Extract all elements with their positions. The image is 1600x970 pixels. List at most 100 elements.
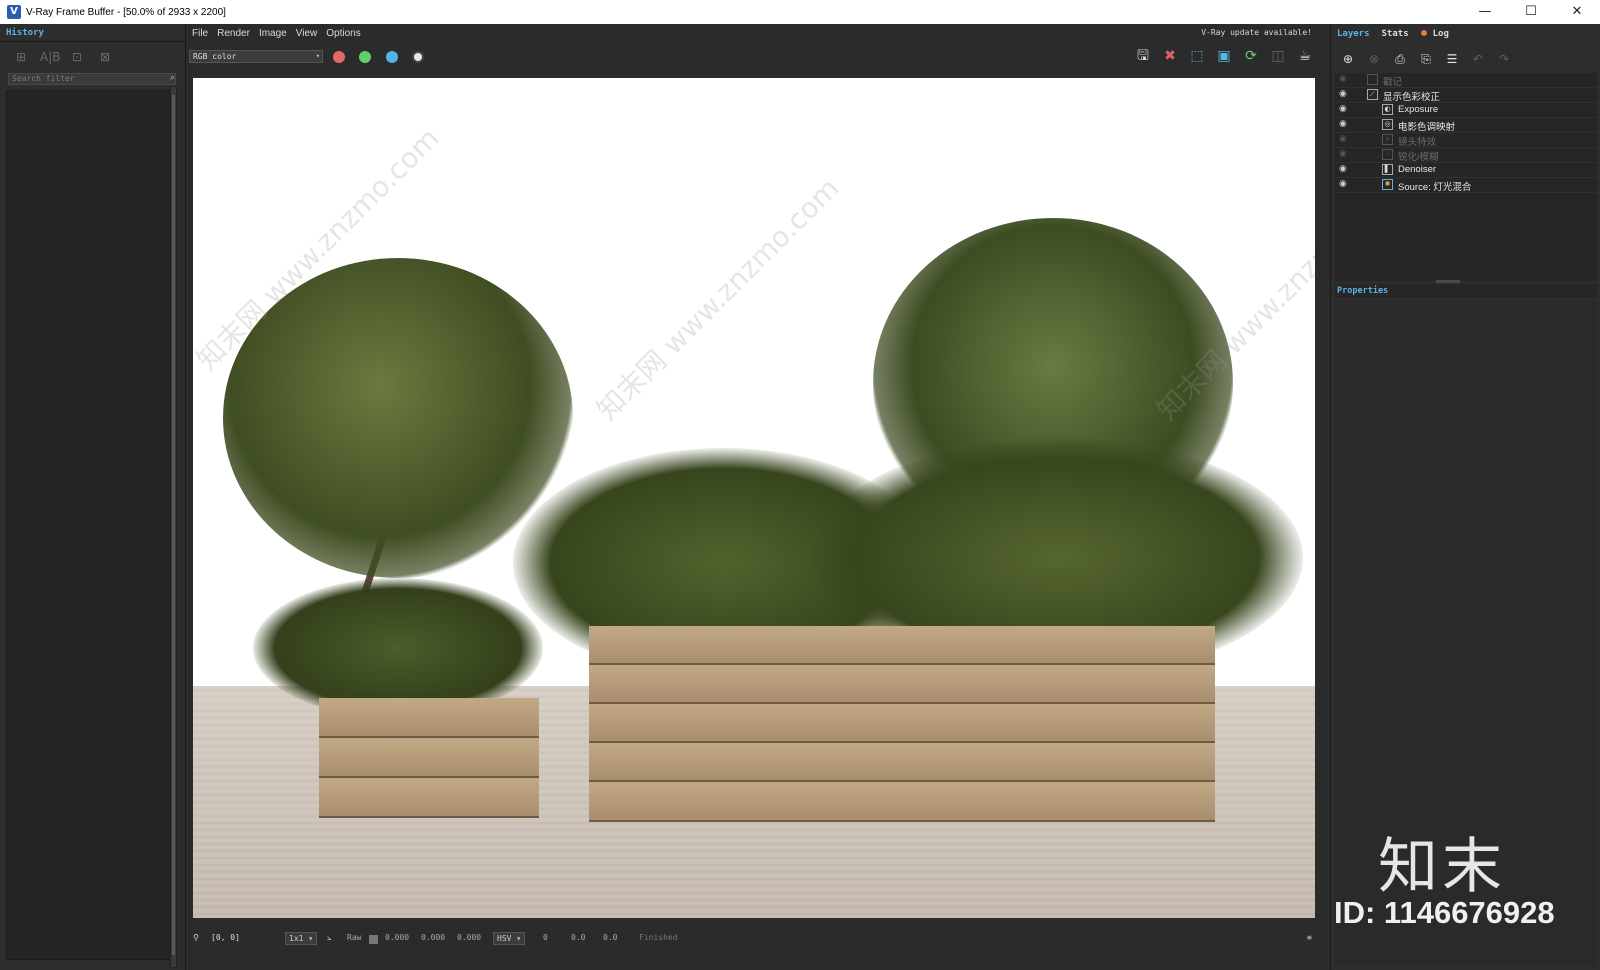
eye-icon[interactable]: ◉ — [1339, 149, 1347, 159]
layer-row[interactable]: ◉ ⟋ 锐化/模糊 — [1335, 148, 1597, 163]
channel-select[interactable]: RGB color ▾ — [189, 50, 323, 63]
raw-b-value: 0.000 — [457, 933, 482, 942]
track-mouse-icon[interactable]: ▣ — [1214, 46, 1234, 66]
save-layers-icon[interactable]: ⎙ — [1391, 50, 1409, 68]
chevron-down-icon: ▾ — [315, 52, 320, 60]
raw-r-value: 0.000 — [385, 933, 410, 942]
eye-icon[interactable]: ◉ — [1339, 89, 1347, 99]
blue-channel-button[interactable] — [386, 51, 398, 63]
planter-plank — [589, 782, 1215, 822]
load-history-icon[interactable]: ⊡ — [68, 50, 86, 64]
red-channel-button[interactable] — [333, 51, 345, 63]
layer-name: 电影色调映射 — [1398, 122, 1456, 133]
history-list[interactable] — [6, 90, 172, 960]
toolbar-actions: 🖫 ✖ ⬚ ▣ ⟳ ◫ ☕ — [1133, 46, 1315, 66]
tab-layers[interactable]: Layers — [1331, 24, 1376, 44]
layers-list: ◉ 戳记 ◉ ⟋ 显示色彩校正 ◉ ◐ Exposure ◉ ◎ 电影色调映射 … — [1335, 73, 1597, 281]
layer-name: Denoiser — [1398, 164, 1437, 175]
menu-view[interactable]: View — [296, 28, 318, 39]
layer-row[interactable]: ◉ ◐ Exposure — [1335, 103, 1597, 118]
layer-row[interactable]: ◉ ⟋ 显示色彩校正 — [1335, 88, 1597, 103]
menu-bar: File Render Image View Options — [187, 24, 1327, 42]
layer-name: 镜头特效 — [1398, 137, 1437, 148]
maximize-button[interactable]: ☐ — [1508, 0, 1554, 24]
watermark-text: 知末网 www.znzmo.com — [590, 171, 846, 427]
layer-row[interactable]: ◉ + 镜头特效 — [1335, 133, 1597, 148]
eye-icon[interactable]: ◉ — [1339, 119, 1347, 129]
watermark-id: ID: 1146676928 — [1334, 895, 1555, 930]
tab-history[interactable]: History — [6, 28, 44, 38]
green-channel-button[interactable] — [359, 51, 371, 63]
layer-row[interactable]: ◉ ✺ Source: 灯光混合 — [1335, 178, 1597, 193]
layer-list-icon[interactable]: ☰ — [1443, 50, 1461, 68]
light-mix-icon: ✺ — [1382, 179, 1393, 190]
channel-value: RGB color — [193, 52, 237, 61]
pixel-coords: [0, 0] — [211, 933, 240, 942]
render-status: Finished — [639, 933, 678, 942]
eye-icon[interactable]: ◉ — [1339, 74, 1347, 84]
history-scrollbar[interactable] — [170, 86, 177, 968]
raw-label: Raw — [347, 933, 362, 942]
properties-header: Properties — [1335, 284, 1597, 298]
save-to-history-icon[interactable]: ⊞ — [12, 50, 30, 64]
title-bar: V V-Ray Frame Buffer - [50.0% of 2933 x … — [0, 0, 1600, 24]
layer-row[interactable]: ◉ 戳记 — [1335, 73, 1597, 88]
compare-ab-icon[interactable]: A|B — [40, 50, 60, 64]
redo-icon[interactable]: ↷ — [1495, 50, 1513, 68]
minimize-button[interactable]: — — [1462, 0, 1508, 24]
main-area: File Render Image View Options V-Ray upd… — [187, 24, 1327, 970]
layer-row[interactable]: ◉ ◎ 电影色调映射 — [1335, 118, 1597, 133]
region-render-icon[interactable]: ⬚ — [1187, 46, 1207, 66]
planter-plank — [589, 704, 1215, 743]
saturation-value: 0.0 — [571, 933, 586, 942]
tab-log-label: Log — [1432, 29, 1449, 39]
remove-history-icon[interactable]: ⊠ — [96, 50, 114, 64]
eye-icon[interactable]: ◉ — [1339, 164, 1347, 174]
render-viewport[interactable]: 知末网 www.znzmo.com 知末网 www.znzmo.com 知末网 … — [193, 78, 1315, 918]
value-value: 0.0 — [603, 933, 618, 942]
interactive-render-icon[interactable]: ⟳ — [1241, 46, 1261, 66]
exposure-icon: ◐ — [1382, 104, 1393, 115]
curve-icon[interactable]: ⦣ — [327, 933, 332, 943]
delete-layer-icon[interactable]: ⊗ — [1365, 50, 1383, 68]
search-icon[interactable]: ⌕ — [170, 73, 175, 83]
pick-pixel-icon[interactable]: ⚲ — [193, 933, 199, 942]
denoiser-icon: ▌ — [1382, 164, 1393, 175]
menu-file[interactable]: File — [192, 28, 208, 39]
watermark-logo: 知末 — [1378, 832, 1506, 902]
load-layers-icon[interactable]: ⎘ — [1417, 50, 1435, 68]
close-button[interactable]: ✕ — [1554, 0, 1600, 24]
save-image-icon[interactable]: 🖫 — [1133, 46, 1153, 66]
undo-icon[interactable]: ↶ — [1469, 50, 1487, 68]
zoom-select[interactable]: 1x1 ▾ — [285, 932, 318, 945]
menu-options[interactable]: Options — [326, 28, 360, 39]
scrollbar-thumb[interactable] — [172, 95, 175, 955]
stamp-icon — [1367, 74, 1378, 85]
panel-splitter[interactable] — [1436, 280, 1460, 283]
add-layer-icon[interactable]: ⊕ — [1339, 50, 1357, 68]
panel-toggle-icon[interactable]: ≡ — [1307, 933, 1312, 942]
stop-render-icon[interactable]: ◫ — [1268, 46, 1288, 66]
clear-image-icon[interactable]: ✖ — [1160, 46, 1180, 66]
log-alert-icon — [1420, 30, 1427, 36]
color-mode-select[interactable]: HSV ▾ — [493, 932, 526, 945]
history-search-input[interactable]: Search filter — [8, 73, 176, 85]
eye-icon[interactable]: ◉ — [1339, 179, 1347, 189]
layer-row[interactable]: ◉ ▌ Denoiser — [1335, 163, 1597, 178]
eye-icon[interactable]: ◉ — [1339, 134, 1347, 144]
menu-image[interactable]: Image — [259, 28, 287, 39]
layer-name: 锐化/模糊 — [1398, 152, 1439, 163]
eye-icon[interactable]: ◉ — [1339, 104, 1347, 114]
left-bush — [253, 578, 543, 718]
history-tab-divider — [0, 41, 186, 42]
layer-name: 显示色彩校正 — [1383, 92, 1441, 103]
window-controls: — ☐ ✕ — [1462, 0, 1600, 24]
planter-plank — [319, 778, 539, 818]
tab-stats[interactable]: Stats — [1376, 24, 1415, 44]
render-teapot-icon[interactable]: ☕ — [1295, 46, 1315, 66]
menu-render[interactable]: Render — [217, 28, 250, 39]
tab-log[interactable]: Log — [1415, 24, 1455, 44]
update-notification[interactable]: V-Ray update available! — [1201, 28, 1312, 37]
alpha-channel-button[interactable] — [412, 51, 424, 63]
layer-toolbar: ⊕ ⊗ ⎙ ⎘ ☰ ↶ ↷ — [1339, 50, 1513, 68]
